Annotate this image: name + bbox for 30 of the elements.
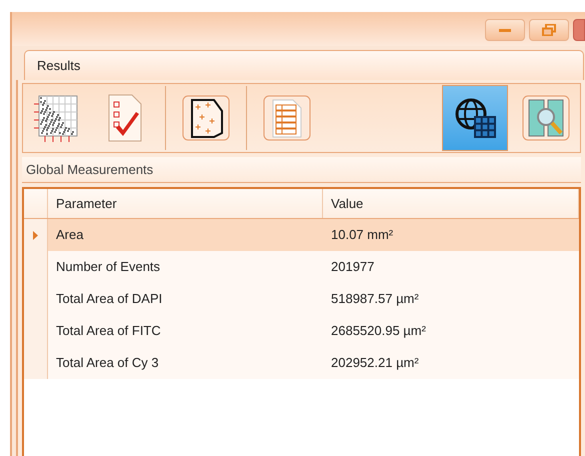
minimize-icon — [499, 28, 511, 32]
checklist-icon — [106, 92, 144, 144]
table-document-icon — [263, 95, 311, 141]
parameter-cell-text: Number of Events — [56, 258, 160, 276]
close-button[interactable] — [573, 19, 585, 41]
parameter-cell-text: Total Area of DAPI — [56, 290, 162, 308]
value-cell-text: 202952.21 µm² — [331, 354, 419, 372]
parameter-cell-text: Area — [56, 226, 84, 244]
current-row-icon — [33, 230, 38, 240]
table-row[interactable]: Total Area of DAPI 518987.57 µm² — [24, 283, 579, 315]
toolbar-button[interactable] — [442, 85, 508, 151]
value-cell-text: 518987.57 µm² — [331, 290, 419, 308]
column-header[interactable]: Parameter — [48, 189, 323, 218]
value-cell-text: 10.07 mm² — [331, 226, 394, 244]
minimize-button[interactable] — [485, 19, 525, 41]
column-header[interactable]: Value — [323, 189, 579, 218]
panel-title: Global Measurements — [26, 160, 154, 179]
magnifier-image-icon — [522, 95, 570, 141]
gate-icon — [182, 95, 230, 141]
table-row[interactable]: Total Area of Cy 3 202952.21 µm² — [24, 347, 579, 379]
restore-button[interactable] — [529, 19, 569, 41]
parameter-cell-text: Total Area of Cy 3 — [56, 354, 159, 372]
table-row[interactable]: Area 10.07 mm² — [24, 219, 579, 251]
table-row[interactable]: Total Area of FITC 2685520.95 µm² — [24, 315, 579, 347]
value-cell-text: 2685520.95 µm² — [331, 322, 426, 340]
table-row[interactable]: Number of Events 201977 — [24, 251, 579, 283]
value-cell-text: 201977 — [331, 258, 374, 276]
restore-icon — [542, 24, 556, 36]
tab[interactable]: Results — [24, 50, 584, 80]
parameter-cell-text: Total Area of FITC — [56, 322, 161, 340]
